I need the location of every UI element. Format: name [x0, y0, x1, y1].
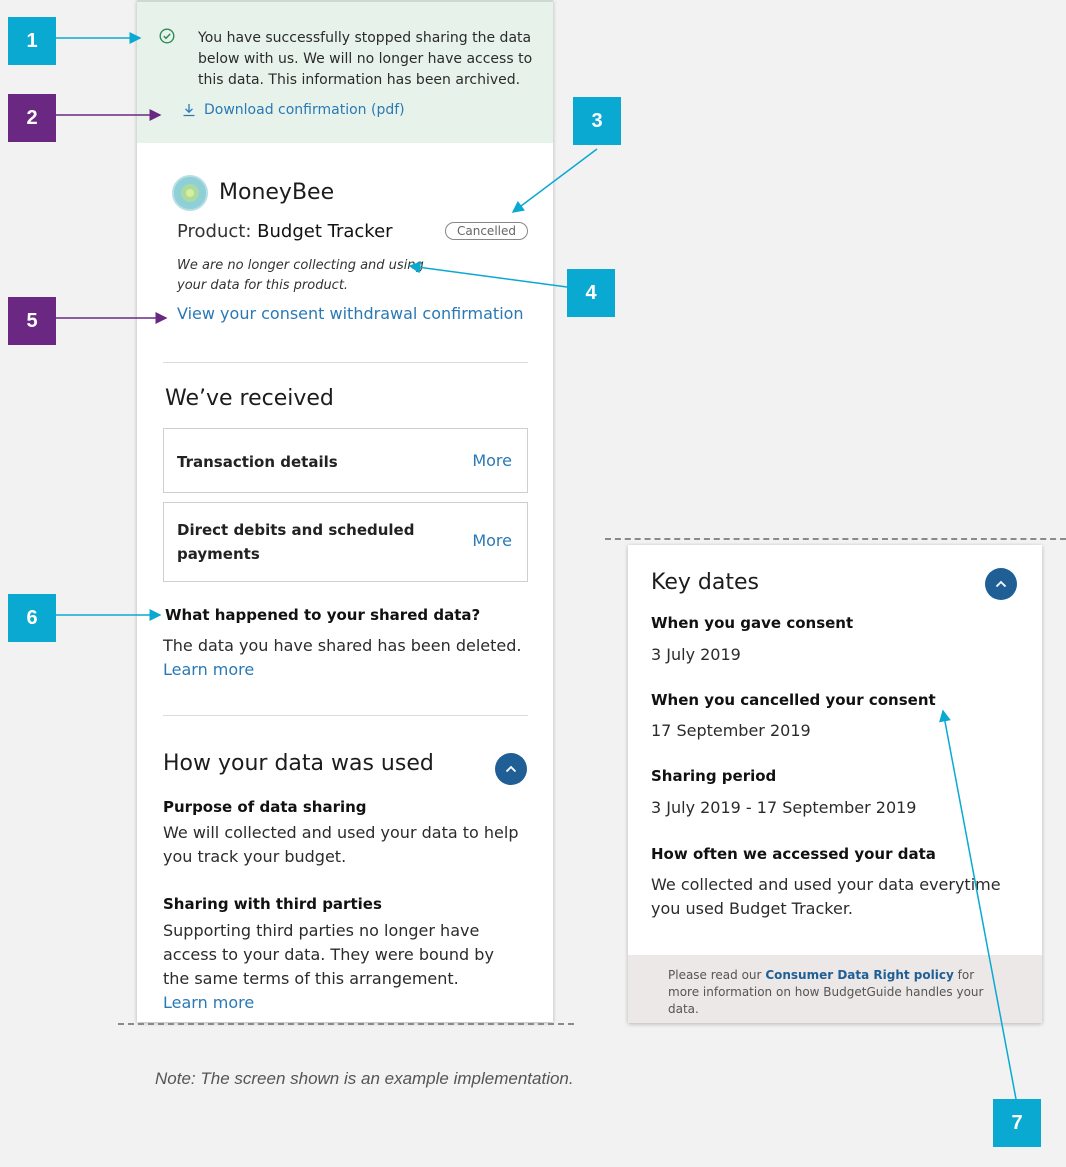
annotation-marker-2: 2	[8, 94, 56, 142]
annotation-marker-6: 6	[8, 594, 56, 642]
annotation-marker-5: 5	[8, 297, 56, 345]
annotation-marker-4: 4	[567, 269, 615, 317]
implementation-note: Note: The screen shown is an example imp…	[155, 1069, 574, 1088]
annotation-marker-7: 7	[993, 1099, 1041, 1147]
annotation-arrows	[55, 32, 1017, 1100]
annotation-marker-1: 1	[8, 17, 56, 65]
annotation-marker-3: 3	[573, 97, 621, 145]
